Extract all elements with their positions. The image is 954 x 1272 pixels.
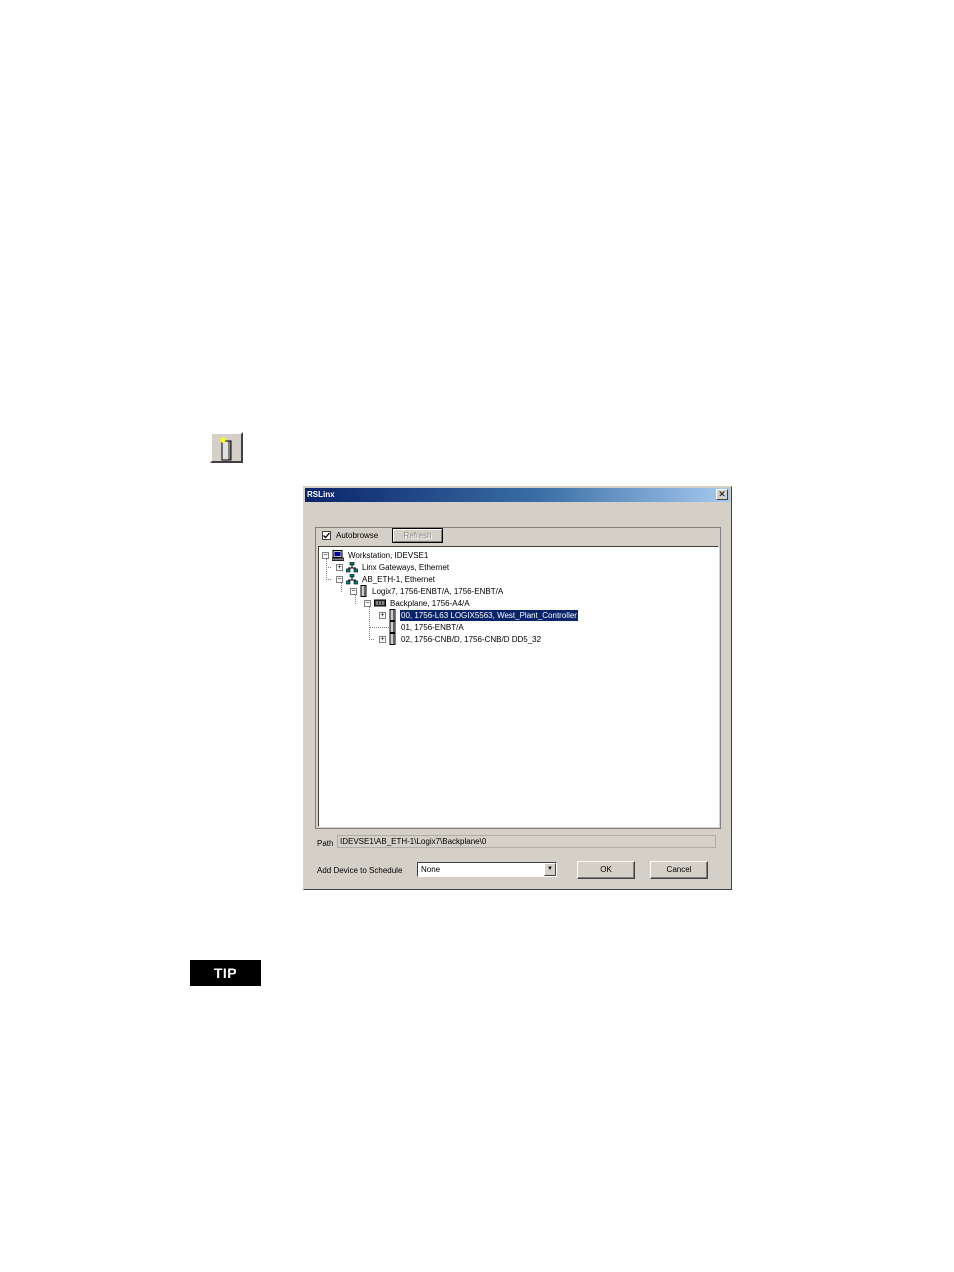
path-field: IDEVSE1\AB_ETH-1\Logix7\Backplane\0 [337, 835, 716, 848]
expand-icon[interactable]: + [379, 635, 386, 643]
tree-node-linx-gateways[interactable]: + Linx Gateways, Ethernet [336, 561, 450, 573]
tree-node-label: 01, 1756-ENBT/A [401, 622, 464, 632]
tree-node-slot-00-controller[interactable]: + 00, 1756-L63 LOGIX5563, West_Plant_Con… [379, 608, 579, 622]
tree-node-ab-eth-1[interactable]: − AB_ETH-1, Ethernet [336, 573, 436, 585]
autobrowse-checkbox[interactable] [322, 531, 331, 540]
schedule-value: None [421, 865, 441, 874]
collapse-icon[interactable]: − [322, 551, 329, 559]
close-button[interactable]: ✕ [716, 489, 728, 500]
tree-node-slot-02-cnb[interactable]: + 02, 1756-CNB/D, 1756-CNB/D DD5_32 [379, 633, 542, 645]
tree-node-label: Logix7, 1756-ENBT/A, 1756-ENBT/A [372, 586, 504, 596]
module-icon [360, 585, 367, 597]
tree-connector [326, 559, 327, 580]
device-tree[interactable]: − Workstation, IDEVSE1 + Linx Gateways, … [318, 546, 719, 827]
tree-connector [326, 567, 331, 568]
tree-node-slot-01-enbt[interactable]: 01, 1756-ENBT/A [379, 621, 465, 633]
tree-node-label: Linx Gateways, Ethernet [362, 562, 450, 572]
module-icon [389, 633, 396, 645]
network-icon [346, 573, 358, 584]
rslinx-dialog: RSLinx ✕ Autobrowse Refresh − Workstatio… [303, 486, 732, 890]
tree-node-logix7[interactable]: − Logix7, 1756-ENBT/A, 1756-ENBT/A [350, 585, 504, 597]
tree-connector [369, 639, 374, 640]
ok-button[interactable]: OK [577, 861, 635, 879]
schedule-label: Add Device to Schedule [317, 866, 403, 875]
tree-connector [326, 579, 331, 580]
chevron-down-icon[interactable]: ▼ [544, 863, 556, 876]
tip-badge: TIP [190, 960, 261, 986]
expand-icon[interactable]: + [336, 563, 343, 571]
tree-node-label: Workstation, IDEVSE1 [348, 550, 429, 560]
collapse-icon[interactable]: − [364, 599, 371, 607]
rswho-toolbar-icon[interactable] [210, 432, 243, 463]
schedule-select[interactable]: None ▼ [417, 862, 557, 877]
refresh-button[interactable]: Refresh [392, 528, 443, 543]
tree-connector [369, 607, 370, 640]
backplane-icon [374, 599, 386, 607]
tree-node-label: Backplane, 1756-A4/A [390, 598, 470, 608]
tree-node-label: 00, 1756-L63 LOGIX5563, West_Plant_Contr… [399, 608, 579, 622]
collapse-icon[interactable]: − [336, 575, 343, 583]
tree-node-label: 02, 1756-CNB/D, 1756-CNB/D DD5_32 [401, 634, 542, 644]
cancel-button[interactable]: Cancel [650, 861, 708, 879]
collapse-icon[interactable]: − [350, 587, 357, 595]
autobrowse-label: Autobrowse [336, 531, 379, 540]
path-label: Path [317, 839, 334, 848]
dialog-title: RSLinx [307, 490, 335, 499]
expand-icon[interactable]: + [379, 611, 386, 619]
workstation-icon [332, 549, 344, 561]
tree-node-backplane[interactable]: − Backplane, 1756-A4/A [364, 597, 471, 609]
tree-node-workstation[interactable]: − Workstation, IDEVSE1 [322, 549, 429, 561]
dialog-titlebar[interactable]: RSLinx ✕ [305, 488, 730, 502]
close-icon: ✕ [718, 489, 726, 499]
module-icon [389, 621, 396, 633]
browse-group: Autobrowse Refresh − Workstation, IDEVSE… [315, 527, 721, 829]
tree-node-label: AB_ETH-1, Ethernet [362, 574, 435, 584]
checkmark-icon [323, 532, 330, 539]
module-icon [389, 609, 396, 621]
network-icon [346, 561, 358, 572]
